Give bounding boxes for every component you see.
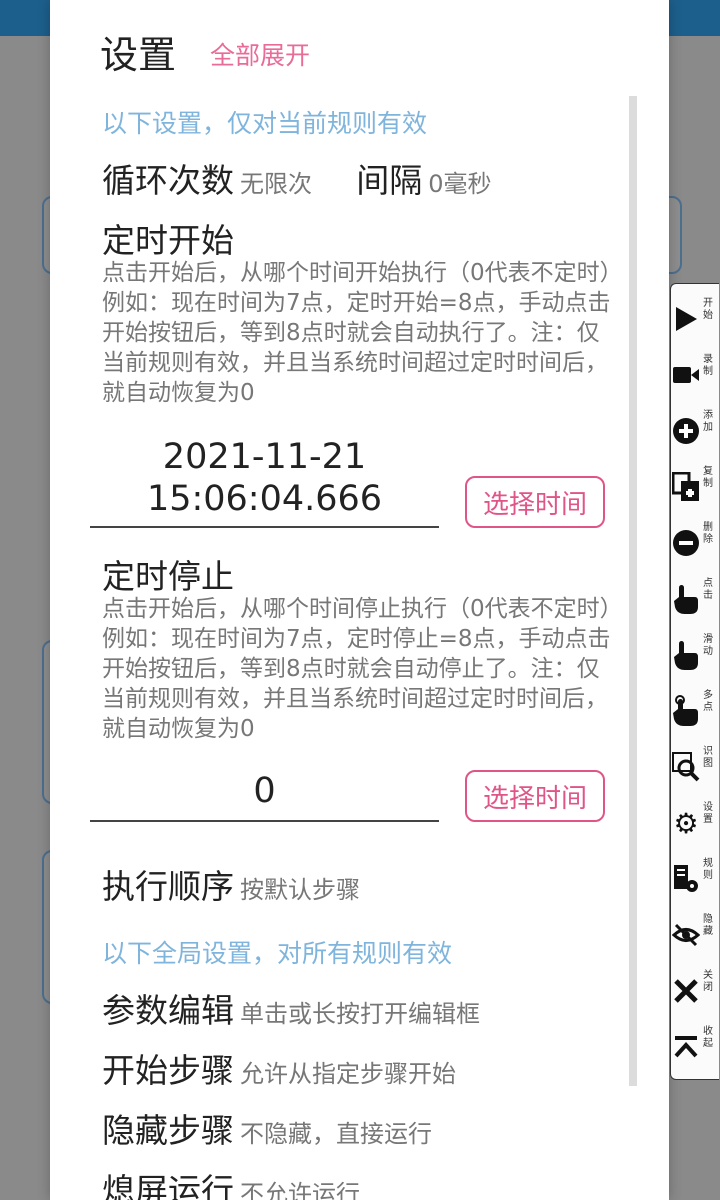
- screen-off-setting[interactable]: 熄屏运行 不允许运行: [102, 1164, 360, 1200]
- toolbar-add-button[interactable]: 添加: [671, 406, 719, 458]
- expand-all-link[interactable]: 全部展开: [210, 36, 310, 72]
- current-rule-note: 以下设置，仅对当前规则有效: [102, 109, 428, 138]
- copy-icon: [671, 470, 701, 504]
- eye-off-icon: [671, 918, 701, 952]
- start-time-field[interactable]: 2021-11-21 15:06:04.666: [90, 436, 439, 528]
- order-value: 按默认步骤: [240, 876, 360, 904]
- toolbar-record-button[interactable]: 录制: [671, 350, 719, 402]
- toolbar-tap-button[interactable]: 点击: [671, 574, 719, 626]
- stop-time-field[interactable]: 0: [90, 770, 439, 822]
- start-step-label: 开始步骤: [102, 1051, 234, 1090]
- toolbar-hide-button[interactable]: 隐藏: [671, 910, 719, 962]
- play-icon: [671, 302, 701, 336]
- timed-start-heading: 定时开始: [102, 221, 234, 260]
- rules-icon: [671, 862, 701, 896]
- start-choose-time-button[interactable]: 选择时间: [465, 476, 605, 528]
- interval-label: 间隔: [356, 161, 423, 200]
- scrollbar[interactable]: [629, 96, 637, 1086]
- interval-setting[interactable]: 间隔 0毫秒: [356, 161, 491, 200]
- image-search-icon: [671, 750, 701, 784]
- hide-step-setting[interactable]: 隐藏步骤 不隐藏，直接运行: [102, 1104, 432, 1152]
- floating-toolbar: 开始 录制 添加 复制 删除 点击 滑动 多点 识图 ⚙ 设置 规则 隐藏 关闭…: [670, 283, 719, 1080]
- toolbar-swipe-button[interactable]: 滑动: [671, 630, 719, 682]
- toolbar-image-recognition-button[interactable]: 识图: [671, 742, 719, 794]
- screen-off-label: 熄屏运行: [102, 1171, 234, 1200]
- dialog-title: 设置: [100, 33, 177, 77]
- start-date-text: 2021-11-21: [162, 437, 367, 477]
- param-value: 单击或长按打开编辑框: [240, 1000, 480, 1028]
- multi-tap-icon: [671, 694, 701, 728]
- execution-order-setting[interactable]: 执行顺序 按默认步骤: [102, 860, 360, 908]
- screen-off-value: 不允许运行: [240, 1180, 360, 1200]
- param-label: 参数编辑: [102, 991, 234, 1030]
- global-settings-note: 以下全局设置，对所有规则有效: [102, 939, 453, 968]
- toolbar-delete-button[interactable]: 删除: [671, 518, 719, 570]
- toolbar-collapse-button[interactable]: 收起: [671, 1022, 719, 1074]
- loop-interval-row: 循环次数 无限次 间隔 0毫秒: [102, 154, 491, 202]
- loop-setting[interactable]: 循环次数 无限次: [102, 161, 317, 200]
- interval-value: 0毫秒: [428, 170, 492, 198]
- toolbar-close-button[interactable]: 关闭: [671, 966, 719, 1018]
- toolbar-copy-button[interactable]: 复制: [671, 462, 719, 514]
- loop-value: 无限次: [240, 170, 312, 198]
- start-step-value: 允许从指定步骤开始: [240, 1060, 456, 1088]
- tap-icon: [671, 582, 701, 616]
- minus-circle-icon: [671, 526, 701, 560]
- close-icon: [671, 974, 701, 1008]
- swipe-icon: [671, 638, 701, 672]
- hide-step-value: 不隐藏，直接运行: [240, 1120, 432, 1148]
- toolbar-multitap-button[interactable]: 多点: [671, 686, 719, 738]
- timed-stop-heading: 定时停止: [102, 557, 234, 596]
- start-step-setting[interactable]: 开始步骤 允许从指定步骤开始: [102, 1044, 456, 1092]
- timed-stop-description: 点击开始后，从哪个时间停止执行（0代表不定时）例如：现在时间为7点，定时停止=8…: [102, 596, 612, 742]
- toolbar-settings-button[interactable]: ⚙ 设置: [671, 798, 719, 850]
- hide-step-label: 隐藏步骤: [102, 1111, 234, 1150]
- toolbar-rules-button[interactable]: 规则: [671, 854, 719, 906]
- toolbar-start-button[interactable]: 开始: [671, 294, 719, 346]
- video-icon: [671, 358, 701, 392]
- order-label: 执行顺序: [102, 867, 234, 906]
- stop-choose-time-button[interactable]: 选择时间: [465, 770, 605, 822]
- loop-label: 循环次数: [102, 161, 234, 200]
- collapse-icon: [671, 1030, 701, 1064]
- plus-circle-icon: [671, 414, 701, 448]
- timed-start-description: 点击开始后，从哪个时间开始执行（0代表不定时）例如：现在时间为7点，定时开始=8…: [102, 260, 612, 406]
- stop-time-text: 0: [253, 771, 276, 811]
- start-time-text: 15:06:04.666: [146, 479, 383, 519]
- settings-dialog: 设置 全部展开 以下设置，仅对当前规则有效 循环次数 无限次 间隔 0毫秒 定时开始…: [50, 0, 669, 1200]
- gear-icon: ⚙: [673, 806, 699, 840]
- param-edit-setting[interactable]: 参数编辑 单击或长按打开编辑框: [102, 984, 480, 1032]
